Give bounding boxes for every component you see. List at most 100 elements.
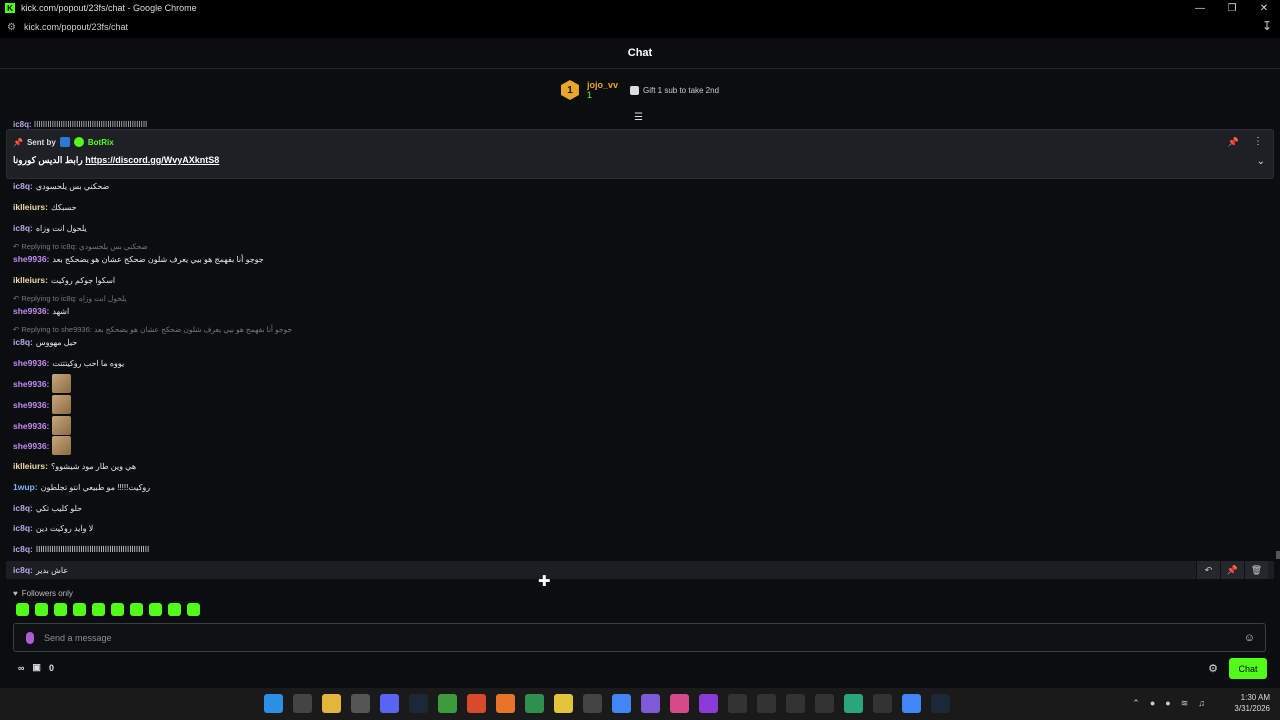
minimize-icon[interactable]: — xyxy=(1184,0,1216,16)
steam-small-icon[interactable]: ● xyxy=(1150,698,1155,709)
chat-message: iklleiurs: حسبكك xyxy=(13,202,77,212)
pin-icon[interactable]: 📌 xyxy=(1220,561,1244,579)
emote-image[interactable] xyxy=(52,436,72,455)
emote-image[interactable] xyxy=(52,395,72,414)
address-bar: ⚙ kick.com/popout/23fs/chat ↧ xyxy=(0,16,1280,38)
emote-icon[interactable] xyxy=(168,603,181,616)
discord-link[interactable]: https://discord.gg/WvyAXkntS8 xyxy=(85,155,219,165)
chat-message: ic8q: لا وايد روكيت دين xyxy=(13,523,94,533)
app-icon[interactable] xyxy=(496,694,515,713)
reply-context[interactable]: ↶ Replying to ic8q: يلحول انت وزاه xyxy=(13,294,127,303)
chat-message: ic8q: يلحول انت وزاه xyxy=(13,223,87,233)
gift-box-icon[interactable]: ▣ xyxy=(32,662,41,673)
emoji-picker-icon[interactable]: ☺ xyxy=(1244,632,1255,644)
delete-icon[interactable]: 🗑 xyxy=(1244,561,1268,579)
chat-message: she9936: xyxy=(13,436,72,455)
crosshair-cursor-icon: ✚ xyxy=(538,573,551,590)
emote-icon[interactable] xyxy=(149,603,162,616)
chat-header: Chat xyxy=(0,38,1280,69)
points-count: 0 xyxy=(48,662,54,673)
app-icon[interactable] xyxy=(815,694,834,713)
mouse-app-icon[interactable] xyxy=(728,694,747,713)
search-icon[interactable] xyxy=(293,694,312,713)
reply-context[interactable]: ↶ Replying to ic8q: ضحكني بس يلحسودي xyxy=(13,242,148,251)
app-icon[interactable] xyxy=(554,694,573,713)
message-actions: ↶ 📌 🗑 xyxy=(1196,561,1268,579)
app-icon[interactable] xyxy=(844,694,863,713)
wifi-icon[interactable]: ≋ xyxy=(1181,698,1189,709)
bot-badge-icon xyxy=(59,137,70,147)
chat-message: iklleiurs: اسكوا جوكم روكيت xyxy=(13,275,116,285)
quick-emote-bar xyxy=(16,603,200,616)
gift-prompt[interactable]: Gift 1 sub to take 2nd xyxy=(629,85,719,95)
reply-context[interactable]: ↶ Replying to she9936: جوجو أنا بفهمج هو… xyxy=(13,325,292,334)
restore-icon[interactable]: ❐ xyxy=(1216,0,1248,16)
download-icon[interactable]: ↧ xyxy=(1262,19,1272,33)
chevron-up-icon[interactable]: ⌃ xyxy=(1132,698,1140,709)
system-tray: ⌃ ● ● ≋ ♫ xyxy=(1132,698,1205,709)
chrome-active-icon[interactable] xyxy=(902,694,921,713)
chrome-icon[interactable] xyxy=(612,694,631,713)
emote-image[interactable] xyxy=(52,374,72,393)
emote-icon[interactable] xyxy=(16,603,29,616)
app-icon[interactable] xyxy=(699,694,718,713)
pinned-text: رابط الديس كورونا https://discord.gg/Wvy… xyxy=(13,155,220,165)
message-input[interactable] xyxy=(44,632,1194,643)
pinned-message: 📌 Sent by BotRix رابط الديس كورونا https… xyxy=(6,129,1274,179)
scrollbar[interactable] xyxy=(1276,551,1280,559)
steelseries-icon[interactable] xyxy=(351,694,370,713)
pinned-sender[interactable]: BotRix xyxy=(88,138,114,147)
site-settings-icon[interactable]: ⚙ xyxy=(7,22,16,33)
file-explorer-icon[interactable] xyxy=(322,694,341,713)
steam-tray-icon[interactable] xyxy=(931,694,950,713)
emote-icon[interactable] xyxy=(73,603,86,616)
more-options-icon[interactable]: ⋮ xyxy=(1253,136,1263,147)
windows-start-icon[interactable] xyxy=(264,694,283,713)
channel-points-icon[interactable]: ∞ xyxy=(18,663,24,673)
chevron-down-icon[interactable]: ⌄ xyxy=(1257,156,1265,167)
app-icon[interactable] xyxy=(641,694,660,713)
app-icon[interactable] xyxy=(467,694,486,713)
discord-icon[interactable] xyxy=(380,694,399,713)
steam-icon[interactable] xyxy=(409,694,428,713)
emote-icon[interactable] xyxy=(35,603,48,616)
heart-icon: ♥ xyxy=(13,589,18,598)
emote-icon[interactable] xyxy=(130,603,143,616)
kick-logo-icon: K xyxy=(5,3,15,13)
reply-icon[interactable]: ↶ xyxy=(1196,561,1220,579)
settings-gear-icon[interactable]: ⚙ xyxy=(1208,662,1218,675)
emote-image[interactable] xyxy=(52,416,72,435)
filter-icon[interactable]: ☰ xyxy=(634,112,643,123)
chat-footer: ∞ ▣ 0 ⚙ Chat xyxy=(0,657,1280,681)
app-icon[interactable] xyxy=(670,694,689,713)
chat-message: ic8q: حلو كليب تكي xyxy=(13,503,83,513)
close-icon[interactable]: ✕ xyxy=(1248,0,1280,16)
microphone-icon[interactable] xyxy=(26,631,34,644)
chat-message: she9936: يووه ما احب روكيتتتت xyxy=(13,358,125,368)
emote-icon[interactable] xyxy=(92,603,105,616)
system-clock[interactable]: 1:30 AM 3/31/2026 xyxy=(1234,692,1270,714)
emote-icon[interactable] xyxy=(111,603,124,616)
emote-icon[interactable] xyxy=(187,603,200,616)
url-text[interactable]: kick.com/popout/23fs/chat xyxy=(24,22,128,32)
chat-message: she9936: جوجو أنا بفهمج هو بيي يعرف شلون … xyxy=(13,254,264,264)
send-chat-button[interactable]: Chat xyxy=(1229,658,1267,679)
message-input-box: ☺ xyxy=(13,623,1266,652)
leader-user[interactable]: jojo_vv 1 xyxy=(587,80,618,100)
speedometer-icon[interactable] xyxy=(757,694,776,713)
emote-icon[interactable] xyxy=(54,603,67,616)
taskbar-apps xyxy=(264,694,950,713)
mic-small-icon[interactable]: ● xyxy=(1165,698,1170,709)
volume-icon[interactable]: ♫ xyxy=(1198,698,1205,709)
gift-icon xyxy=(629,85,639,95)
windows-taskbar: ⌃ ● ● ≋ ♫ 1:30 AM 3/31/2026 xyxy=(0,688,1280,720)
gift-leaderboard: 1 jojo_vv 1 Gift 1 sub to take 2nd xyxy=(0,70,1280,110)
chat-message: ic8q: ضحكني بس يلحسودي xyxy=(13,181,110,191)
minecraft-icon[interactable] xyxy=(438,694,457,713)
app-icon[interactable] xyxy=(525,694,544,713)
unpin-icon[interactable]: 📌 xyxy=(1228,137,1239,148)
chat-message: she9936: xyxy=(13,416,72,435)
app-icon[interactable] xyxy=(873,694,892,713)
app-icon[interactable] xyxy=(583,694,602,713)
app-icon[interactable] xyxy=(786,694,805,713)
